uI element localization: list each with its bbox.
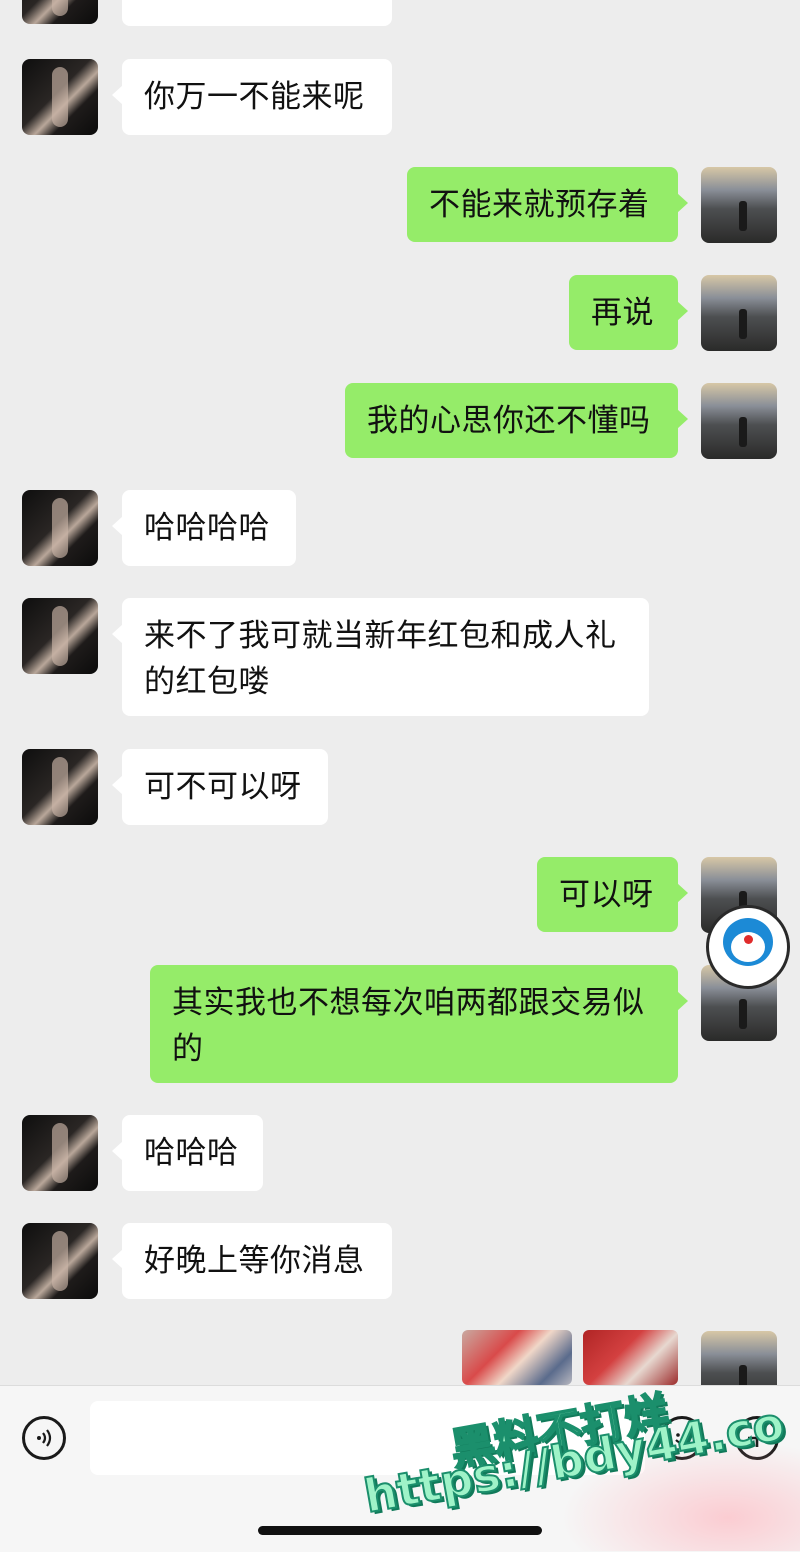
message-text: 你万一不能来呢 — [144, 79, 365, 115]
image-message-thumbnail[interactable] — [583, 1330, 678, 1385]
message-text: 可不可以呀 — [144, 769, 302, 805]
image-message-thumbnail[interactable] — [462, 1330, 572, 1385]
contact-avatar[interactable] — [22, 1223, 98, 1299]
message-text: 其实我也不想每次咱两都跟交易似的 — [172, 985, 645, 1067]
message-bubble-incoming[interactable]: 来不了我可就当新年红包和成人礼的红包喽 — [112, 598, 649, 716]
message-text: 来不了我可就当新年红包和成人礼的红包喽 — [144, 618, 617, 700]
message-bubble-outgoing[interactable]: 我的心思你还不懂吗 — [345, 383, 688, 458]
contact-avatar[interactable] — [22, 490, 98, 566]
contact-avatar[interactable] — [22, 0, 98, 24]
my-avatar[interactable] — [701, 1331, 777, 1385]
message-bubble-incoming[interactable] — [122, 0, 392, 26]
message-text: 哈哈哈哈 — [144, 510, 270, 546]
message-text: 哈哈哈 — [144, 1135, 239, 1171]
contact-avatar[interactable] — [22, 59, 98, 135]
message-bubble-incoming[interactable]: 你万一不能来呢 — [112, 59, 392, 135]
my-avatar[interactable] — [701, 383, 777, 459]
my-avatar[interactable] — [701, 275, 777, 351]
message-bubble-outgoing[interactable]: 可以呀 — [537, 857, 688, 932]
message-bubble-incoming[interactable]: 哈哈哈 — [112, 1115, 263, 1191]
doraemon-sticker-icon — [706, 905, 790, 989]
sticker-nose — [744, 935, 753, 944]
message-text: 可以呀 — [559, 877, 654, 913]
message-bubble-incoming[interactable]: 可不可以呀 — [112, 749, 328, 825]
message-text: 不能来就预存着 — [429, 187, 650, 223]
voice-icon[interactable] — [22, 1416, 66, 1460]
message-bubble-outgoing[interactable]: 再说 — [569, 275, 688, 350]
message-text: 再说 — [591, 295, 654, 331]
message-bubble-outgoing[interactable]: 其实我也不想每次咱两都跟交易似的 — [150, 965, 688, 1083]
contact-avatar[interactable] — [22, 749, 98, 825]
contact-avatar[interactable] — [22, 1115, 98, 1191]
message-bubble-incoming[interactable]: 好晚上等你消息 — [112, 1223, 392, 1299]
home-indicator[interactable] — [258, 1526, 542, 1535]
message-text: 我的心思你还不懂吗 — [367, 403, 651, 439]
voice-waves-icon — [37, 1429, 52, 1447]
message-bubble-incoming[interactable]: 哈哈哈哈 — [112, 490, 296, 566]
contact-avatar[interactable] — [22, 598, 98, 674]
message-text: 好晚上等你消息 — [144, 1243, 365, 1279]
chat-scroll-area[interactable]: 你万一不能来呢 不能来就预存着 再说 我的心思你还不懂吗 哈哈哈哈 来不了我可就… — [0, 0, 800, 1385]
message-bubble-outgoing[interactable]: 不能来就预存着 — [407, 167, 688, 242]
my-avatar[interactable] — [701, 167, 777, 243]
